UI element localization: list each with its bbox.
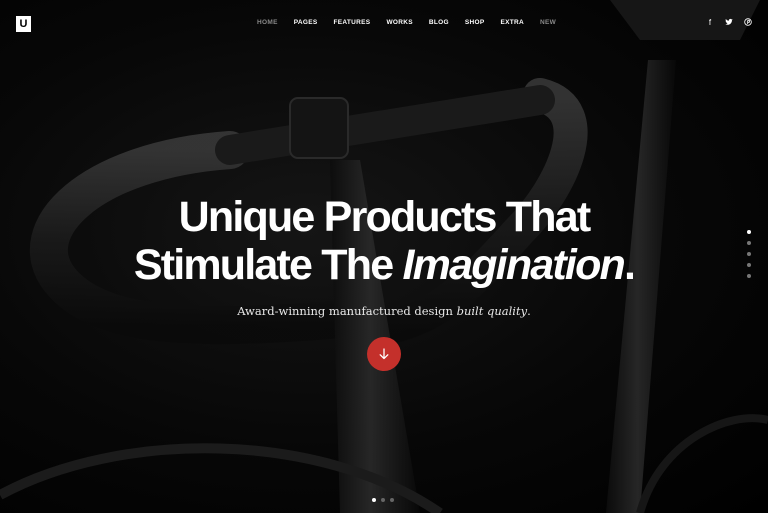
hero-title-line2: Stimulate The [133,241,394,289]
section-dot[interactable] [747,263,751,267]
hero-title-line1: Unique Products That [178,193,592,241]
slider-pagination [372,498,394,502]
nav-item-features[interactable]: FEATURES [325,19,378,26]
section-dot[interactable] [747,252,751,256]
hero-title: Unique Products That Stimulate The Imagi… [0,193,768,289]
main-nav: HOME PAGES FEATURES WORKS BLOG SHOP EXTR… [249,19,564,26]
section-dot[interactable] [747,274,751,278]
nav-item-blog[interactable]: BLOG [421,19,457,26]
social-links: f [706,18,752,28]
nav-item-pages[interactable]: PAGES [286,19,326,26]
hero-subtitle-emphasis: built quality [456,304,528,318]
slide-dot[interactable] [390,498,394,502]
arrow-down-icon [379,348,389,360]
site-logo[interactable]: U [16,16,31,32]
section-pagination [747,230,751,278]
hero-subtitle-period: . [527,304,531,318]
nav-item-works[interactable]: WORKS [378,19,420,26]
facebook-icon[interactable]: f [706,18,714,28]
hero-section: U HOME PAGES FEATURES WORKS BLOG SHOP EX… [0,0,768,513]
nav-item-new[interactable]: NEW [532,19,564,26]
nav-item-home[interactable]: HOME [249,19,286,26]
hero-title-emphasis: Imagination [402,241,626,289]
section-dot[interactable] [747,230,751,234]
hero-subtitle: Award-winning manufactured design built … [0,304,768,318]
section-dot[interactable] [747,241,751,245]
nav-item-extra[interactable]: EXTRA [492,19,532,26]
nav-item-shop[interactable]: SHOP [457,19,493,26]
slide-dot[interactable] [381,498,385,502]
hero-subtitle-text: Award-winning manufactured design [237,304,453,318]
twitter-icon[interactable] [725,18,733,28]
scroll-down-button[interactable] [367,337,401,371]
hero-title-period: . [624,241,636,289]
pinterest-icon[interactable] [744,18,752,28]
slide-dot[interactable] [372,498,376,502]
